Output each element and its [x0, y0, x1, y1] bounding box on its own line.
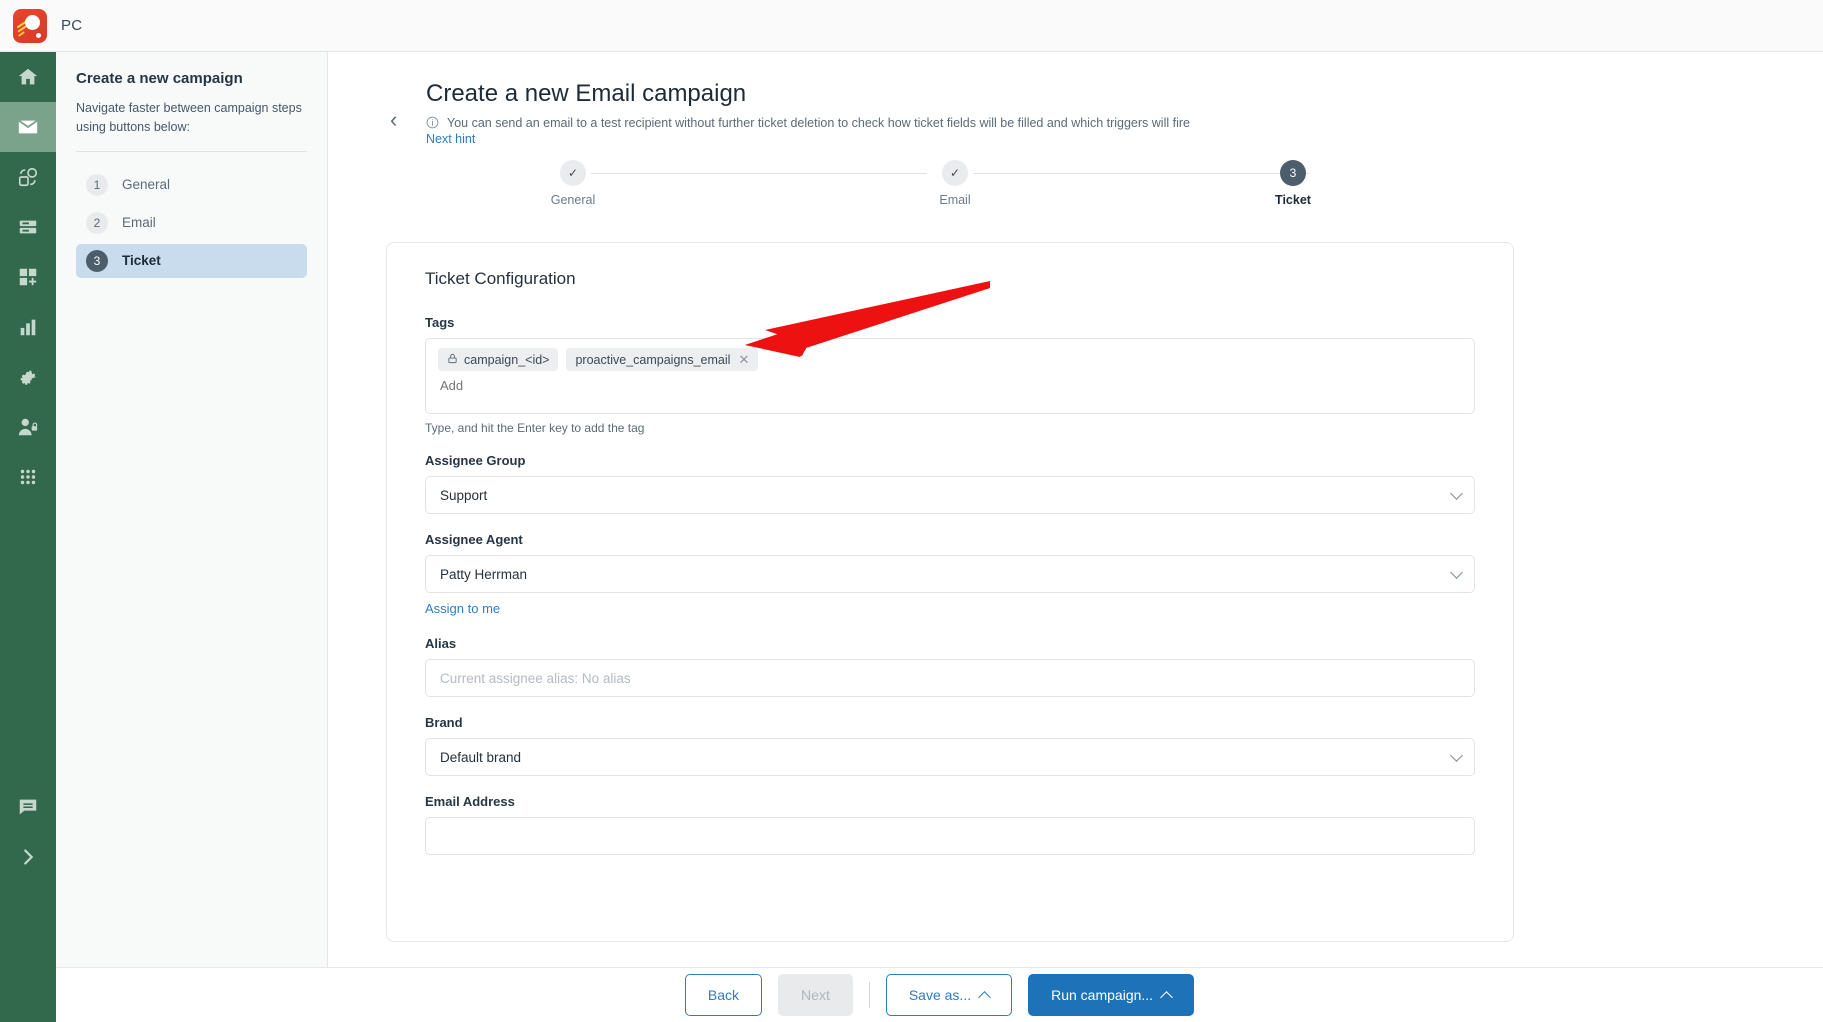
- rail-item-apps[interactable]: [0, 452, 56, 502]
- stepper-step-general[interactable]: ✓ General: [528, 160, 618, 207]
- tag-chip-removable[interactable]: proactive_campaigns_email ✕: [566, 348, 759, 371]
- rail-item-database[interactable]: [0, 202, 56, 252]
- brand-select[interactable]: Default brand: [425, 738, 1475, 776]
- chat-bubble-icon: [17, 796, 39, 818]
- chevron-down-icon: [1450, 487, 1463, 500]
- tag-chip-label: proactive_campaigns_email: [575, 352, 731, 367]
- tags-input-box[interactable]: campaign_<id> proactive_campaigns_email …: [425, 338, 1475, 414]
- brand-label: Brand: [425, 715, 463, 730]
- add-app-icon: [17, 266, 39, 288]
- close-icon[interactable]: ✕: [738, 352, 749, 368]
- rail-item-automation[interactable]: [0, 152, 56, 202]
- rail-item-permissions[interactable]: [0, 402, 56, 452]
- divider: [76, 150, 307, 152]
- stepper-check-icon: ✓: [560, 160, 586, 186]
- envelope-icon: [17, 116, 39, 138]
- email-address-label: Email Address: [425, 794, 515, 809]
- back-button[interactable]: Back: [684, 974, 763, 1016]
- chevron-down-icon: [1450, 566, 1463, 579]
- chevron-down-icon: [1450, 749, 1463, 762]
- assign-to-me-link[interactable]: Assign to me: [425, 601, 500, 616]
- caret-up-icon: [1160, 990, 1173, 1004]
- top-bar: PC: [0, 0, 1823, 52]
- sidebar-step-email[interactable]: 2 Email: [76, 206, 307, 240]
- stepper-step-ticket[interactable]: 3 Ticket: [1248, 160, 1338, 207]
- grid-dots-icon: [17, 466, 39, 488]
- tag-chip-locked: campaign_<id>: [438, 348, 559, 371]
- hint-banner: You can send an email to a test recipien…: [426, 114, 1190, 134]
- assignee-agent-select[interactable]: Patty Herrman: [425, 555, 1475, 593]
- panel-subtitle: Navigate faster between campaign steps u…: [76, 101, 302, 134]
- main-content: ‹ Create a new Email campaign You can se…: [328, 52, 1823, 967]
- email-address-input[interactable]: [425, 817, 1475, 855]
- ticket-configuration-card: Ticket Configuration Tags campaign_<id> …: [386, 242, 1514, 942]
- user-lock-icon: [17, 416, 39, 438]
- brand-value: Default brand: [440, 749, 522, 765]
- rail-item-chat[interactable]: [0, 782, 56, 832]
- icon-rail: [0, 52, 56, 1022]
- step-number: 2: [86, 211, 108, 234]
- tags-help-text: Type, and hit the Enter key to add the t…: [425, 421, 645, 435]
- sidebar-step-ticket[interactable]: 3 Ticket: [76, 243, 307, 278]
- hint-text: You can send an email to a test recipien…: [447, 116, 1190, 130]
- next-button: Next: [778, 974, 853, 1016]
- step-label: Ticket: [122, 253, 161, 268]
- tag-chip-list: campaign_<id> proactive_campaigns_email …: [438, 348, 1462, 371]
- run-campaign-button[interactable]: Run campaign...: [1028, 974, 1195, 1016]
- rail-item-reports[interactable]: [0, 302, 56, 352]
- alias-label: Alias: [425, 636, 457, 651]
- rail-item-email[interactable]: [0, 102, 56, 152]
- assignee-group-label: Assignee Group: [425, 453, 526, 468]
- stepper-step-email[interactable]: ✓ Email: [910, 160, 1000, 207]
- stepper-label: Email: [939, 193, 971, 207]
- next-hint-link[interactable]: Next hint: [426, 132, 475, 146]
- chevron-left-icon[interactable]: ‹: [390, 109, 397, 131]
- stepper-label: General: [550, 193, 596, 207]
- run-campaign-label: Run campaign...: [1051, 987, 1154, 1003]
- tag-chip-label: campaign_<id>: [464, 352, 550, 367]
- divider: [868, 982, 870, 1008]
- wizard-footer: Back Next Save as... Run campaign...: [56, 967, 1823, 1022]
- panel-title: Create a new campaign: [76, 70, 243, 87]
- stepper-label: Ticket: [1275, 193, 1311, 207]
- campaign-stepper: ✓ General ✓ Email 3 Ticket: [528, 160, 1338, 222]
- step-label: Email: [122, 215, 156, 230]
- caret-up-icon: [978, 990, 991, 1004]
- assignee-agent-label: Assignee Agent: [425, 532, 523, 547]
- step-label: General: [122, 177, 171, 192]
- campaign-steps-panel: Create a new campaign Navigate faster be…: [56, 52, 328, 1022]
- database-icon: [17, 216, 39, 238]
- proactive-campaigns-logo-icon[interactable]: [13, 8, 47, 43]
- alias-input[interactable]: Current assignee alias: No alias: [425, 659, 1475, 697]
- step-number: 3: [86, 249, 108, 272]
- rail-item-add-app[interactable]: [0, 252, 56, 302]
- gear-icon: [17, 366, 39, 388]
- stepper-connector: [591, 173, 927, 174]
- stepper-number: 3: [1280, 160, 1306, 186]
- page-title: Create a new Email campaign: [426, 80, 747, 107]
- bar-chart-icon: [17, 316, 39, 338]
- sidebar-step-general[interactable]: 1 General: [76, 168, 307, 202]
- chevron-right-icon: [17, 846, 39, 868]
- stepper-check-icon: ✓: [942, 160, 968, 186]
- save-as-button[interactable]: Save as...: [885, 974, 1013, 1016]
- lock-icon: [447, 353, 458, 367]
- rail-expand-button[interactable]: [0, 832, 56, 882]
- rail-item-settings[interactable]: [0, 352, 56, 402]
- automation-icon: [17, 166, 39, 188]
- tag-add-input[interactable]: [438, 376, 1462, 395]
- save-as-label: Save as...: [908, 987, 972, 1003]
- brand-label: PC: [61, 17, 83, 34]
- card-title: Ticket Configuration: [425, 269, 576, 288]
- assignee-group-value: Support: [440, 487, 488, 503]
- tags-label: Tags: [425, 315, 455, 330]
- assignee-agent-value: Patty Herrman: [440, 566, 528, 582]
- rail-item-home[interactable]: [0, 52, 56, 102]
- assignee-group-select[interactable]: Support: [425, 476, 1475, 514]
- home-icon: [17, 66, 39, 88]
- alias-placeholder: Current assignee alias: No alias: [440, 670, 631, 686]
- step-number: 1: [86, 173, 108, 196]
